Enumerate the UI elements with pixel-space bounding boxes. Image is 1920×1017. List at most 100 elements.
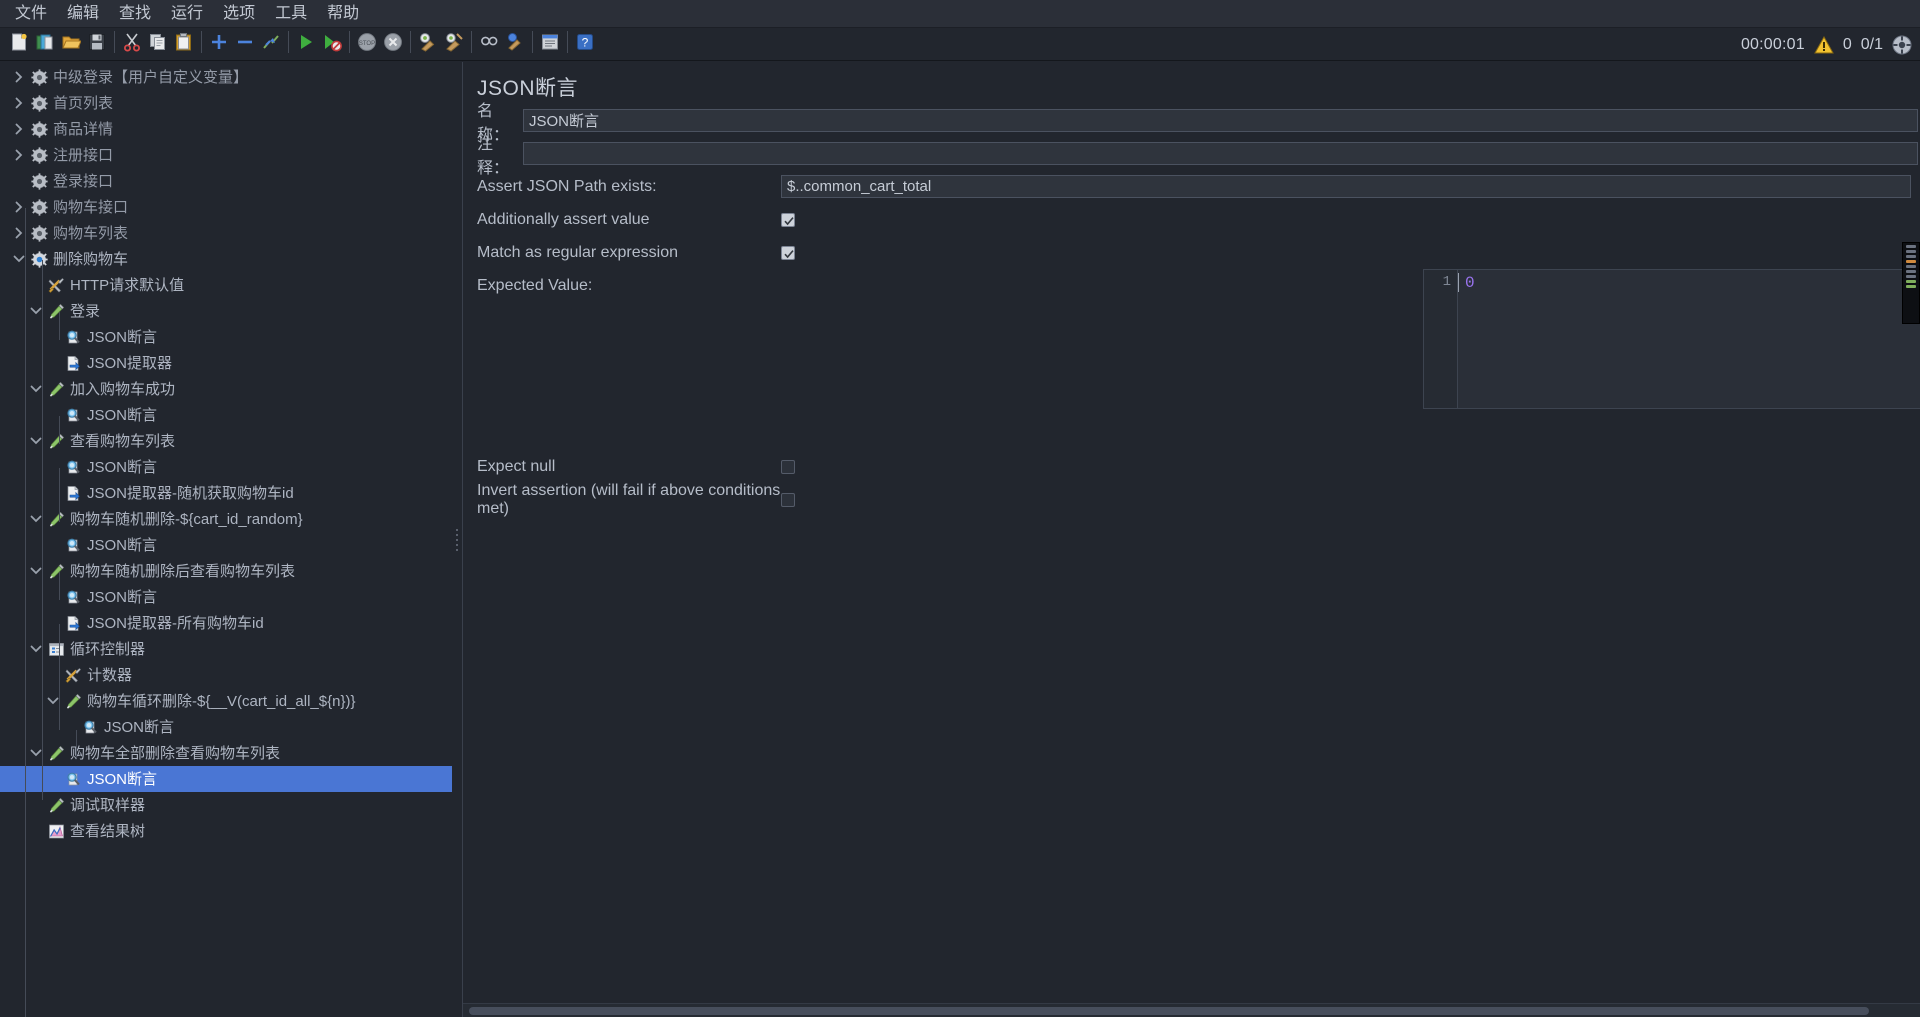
detail-horizontal-scrollbar[interactable] <box>463 1003 1920 1017</box>
tree-item[interactable]: 注册接口 <box>0 142 452 168</box>
tree-item[interactable]: 购物车列表 <box>0 220 452 246</box>
tree-item[interactable]: JSON提取器-所有购物车id <box>0 610 452 636</box>
tree-item[interactable]: HTTP请求默认值 <box>0 272 452 298</box>
new-test-plan-button[interactable] <box>6 31 32 57</box>
expand-all-button[interactable] <box>206 31 232 57</box>
play-no-pause-icon <box>322 32 342 57</box>
menu-search[interactable]: 查找 <box>110 3 160 25</box>
chevron-down-icon[interactable] <box>25 436 47 446</box>
shutdown-button[interactable] <box>380 31 406 57</box>
tree-item[interactable]: 购物车全部删除查看购物车列表 <box>0 740 452 766</box>
toolbar-separator <box>284 31 293 57</box>
tree-item-selected[interactable]: JSON断言 <box>0 766 452 792</box>
chevron-right-icon[interactable] <box>8 201 30 213</box>
editor-code-area[interactable]: 0 <box>1458 270 1920 408</box>
clear-all-button[interactable] <box>441 31 467 57</box>
name-input[interactable] <box>523 109 1918 132</box>
tree-item[interactable]: 调试取样器 <box>0 792 452 818</box>
chevron-right-icon[interactable] <box>8 97 30 109</box>
expected-value-editor[interactable]: 1 0 <box>1423 269 1920 409</box>
chevron-right-icon[interactable] <box>8 71 30 83</box>
chevron-right-icon[interactable] <box>8 149 30 161</box>
tree-item[interactable]: 登录接口 <box>0 168 452 194</box>
tree-item[interactable]: 加入购物车成功 <box>0 376 452 402</box>
copy-button[interactable] <box>145 31 171 57</box>
warning-triangle-icon[interactable] <box>1813 35 1834 54</box>
menu-options[interactable]: 选项 <box>214 3 264 25</box>
comment-input[interactable] <box>523 142 1918 165</box>
tree-item[interactable]: JSON断言 <box>0 402 452 428</box>
function-helper-button[interactable] <box>537 31 563 57</box>
pane-splitter[interactable] <box>452 62 462 1017</box>
start-no-pauses-button[interactable] <box>319 31 345 57</box>
tree-item[interactable]: 登录 <box>0 298 452 324</box>
menu-run[interactable]: 运行 <box>162 3 212 25</box>
tree-item[interactable]: 购物车随机删除后查看购物车列表 <box>0 558 452 584</box>
remote-engine-icon[interactable] <box>1892 35 1912 55</box>
chevron-right-icon[interactable] <box>8 227 30 239</box>
scrollbar-thumb[interactable] <box>469 1007 1869 1015</box>
test-plan-tree-pane[interactable]: 中级登录【用户自定义变量】 首页列表 商品详情 注册接口 登录接口 购物车接口 购物车列表删… <box>0 62 452 1017</box>
tree-item[interactable]: 计数器 <box>0 662 452 688</box>
tree-item[interactable]: JSON断言 <box>0 324 452 350</box>
sampler-pen-icon <box>47 510 65 528</box>
invert-assertion-checkbox[interactable] <box>781 492 795 507</box>
tree-item[interactable]: 购物车接口 <box>0 194 452 220</box>
tree-item[interactable]: JSON断言 <box>0 532 452 558</box>
chevron-down-icon[interactable] <box>8 254 30 264</box>
reset-search-button[interactable] <box>502 31 528 57</box>
match-regex-checkbox[interactable] <box>781 245 795 260</box>
chevron-down-icon[interactable] <box>25 566 47 576</box>
tree-item[interactable]: JSON提取器-随机获取购物车id <box>0 480 452 506</box>
stop-button[interactable]: STOP <box>354 31 380 57</box>
tree-item[interactable]: JSON断言 <box>0 714 452 740</box>
tree-item[interactable]: JSON断言 <box>0 454 452 480</box>
chevron-down-icon[interactable] <box>25 514 47 524</box>
tree-guide-line <box>59 624 60 678</box>
tree-item[interactable]: JSON提取器 <box>0 350 452 376</box>
chevron-down-icon[interactable] <box>42 696 64 706</box>
sampler-pen-icon <box>47 796 65 814</box>
help-button[interactable]: ? <box>572 31 598 57</box>
menu-tools[interactable]: 工具 <box>266 3 316 25</box>
tree-item[interactable]: 查看购物车列表 <box>0 428 452 454</box>
tree-item[interactable]: 购物车循环删除-${__V(cart_id_all_${n})} <box>0 688 452 714</box>
tree-item-label: 购物车随机删除-${cart_id_random} <box>70 510 303 528</box>
tree-item[interactable]: 商品详情 <box>0 116 452 142</box>
clear-button[interactable] <box>415 31 441 57</box>
tree-item[interactable]: 查看结果树 <box>0 818 452 844</box>
config-tools-icon <box>64 666 82 684</box>
tree-item-label: JSON断言 <box>87 328 158 346</box>
tree-item[interactable]: 循环控制器 <box>0 636 452 662</box>
additionally-assert-value-checkbox[interactable] <box>781 212 795 227</box>
toggle-button[interactable] <box>258 31 284 57</box>
save-button[interactable] <box>84 31 110 57</box>
additionally-assert-value-row: Additionally assert value <box>463 203 1920 236</box>
paste-button[interactable] <box>171 31 197 57</box>
tree-item[interactable]: 购物车随机删除-${cart_id_random} <box>0 506 452 532</box>
chevron-right-icon[interactable] <box>8 123 30 135</box>
elapsed-timer: 00:00:01 <box>1740 35 1805 53</box>
chevron-down-icon[interactable] <box>25 384 47 394</box>
open-button[interactable] <box>58 31 84 57</box>
chevron-down-icon[interactable] <box>25 306 47 316</box>
chevron-down-icon[interactable] <box>25 644 47 654</box>
search-button[interactable] <box>476 31 502 57</box>
assert-json-path-input[interactable] <box>781 175 1911 198</box>
tree-item[interactable]: 中级登录【用户自定义变量】 <box>0 64 452 90</box>
editor-minimap[interactable] <box>1902 242 1920 324</box>
expect-null-checkbox[interactable] <box>781 459 795 474</box>
gear-icon <box>30 146 48 164</box>
tree-item[interactable]: 首页列表 <box>0 90 452 116</box>
chevron-down-icon[interactable] <box>25 748 47 758</box>
test-plan-tree[interactable]: 中级登录【用户自定义变量】 首页列表 商品详情 注册接口 登录接口 购物车接口 购物车列表删… <box>0 62 452 1017</box>
cut-button[interactable] <box>119 31 145 57</box>
start-button[interactable] <box>293 31 319 57</box>
tree-item[interactable]: 删除购物车 <box>0 246 452 272</box>
menu-edit[interactable]: 编辑 <box>58 3 108 25</box>
tree-item[interactable]: JSON断言 <box>0 584 452 610</box>
templates-button[interactable] <box>32 31 58 57</box>
collapse-all-button[interactable] <box>232 31 258 57</box>
menu-help[interactable]: 帮助 <box>318 3 368 25</box>
menu-file[interactable]: 文件 <box>6 3 56 25</box>
